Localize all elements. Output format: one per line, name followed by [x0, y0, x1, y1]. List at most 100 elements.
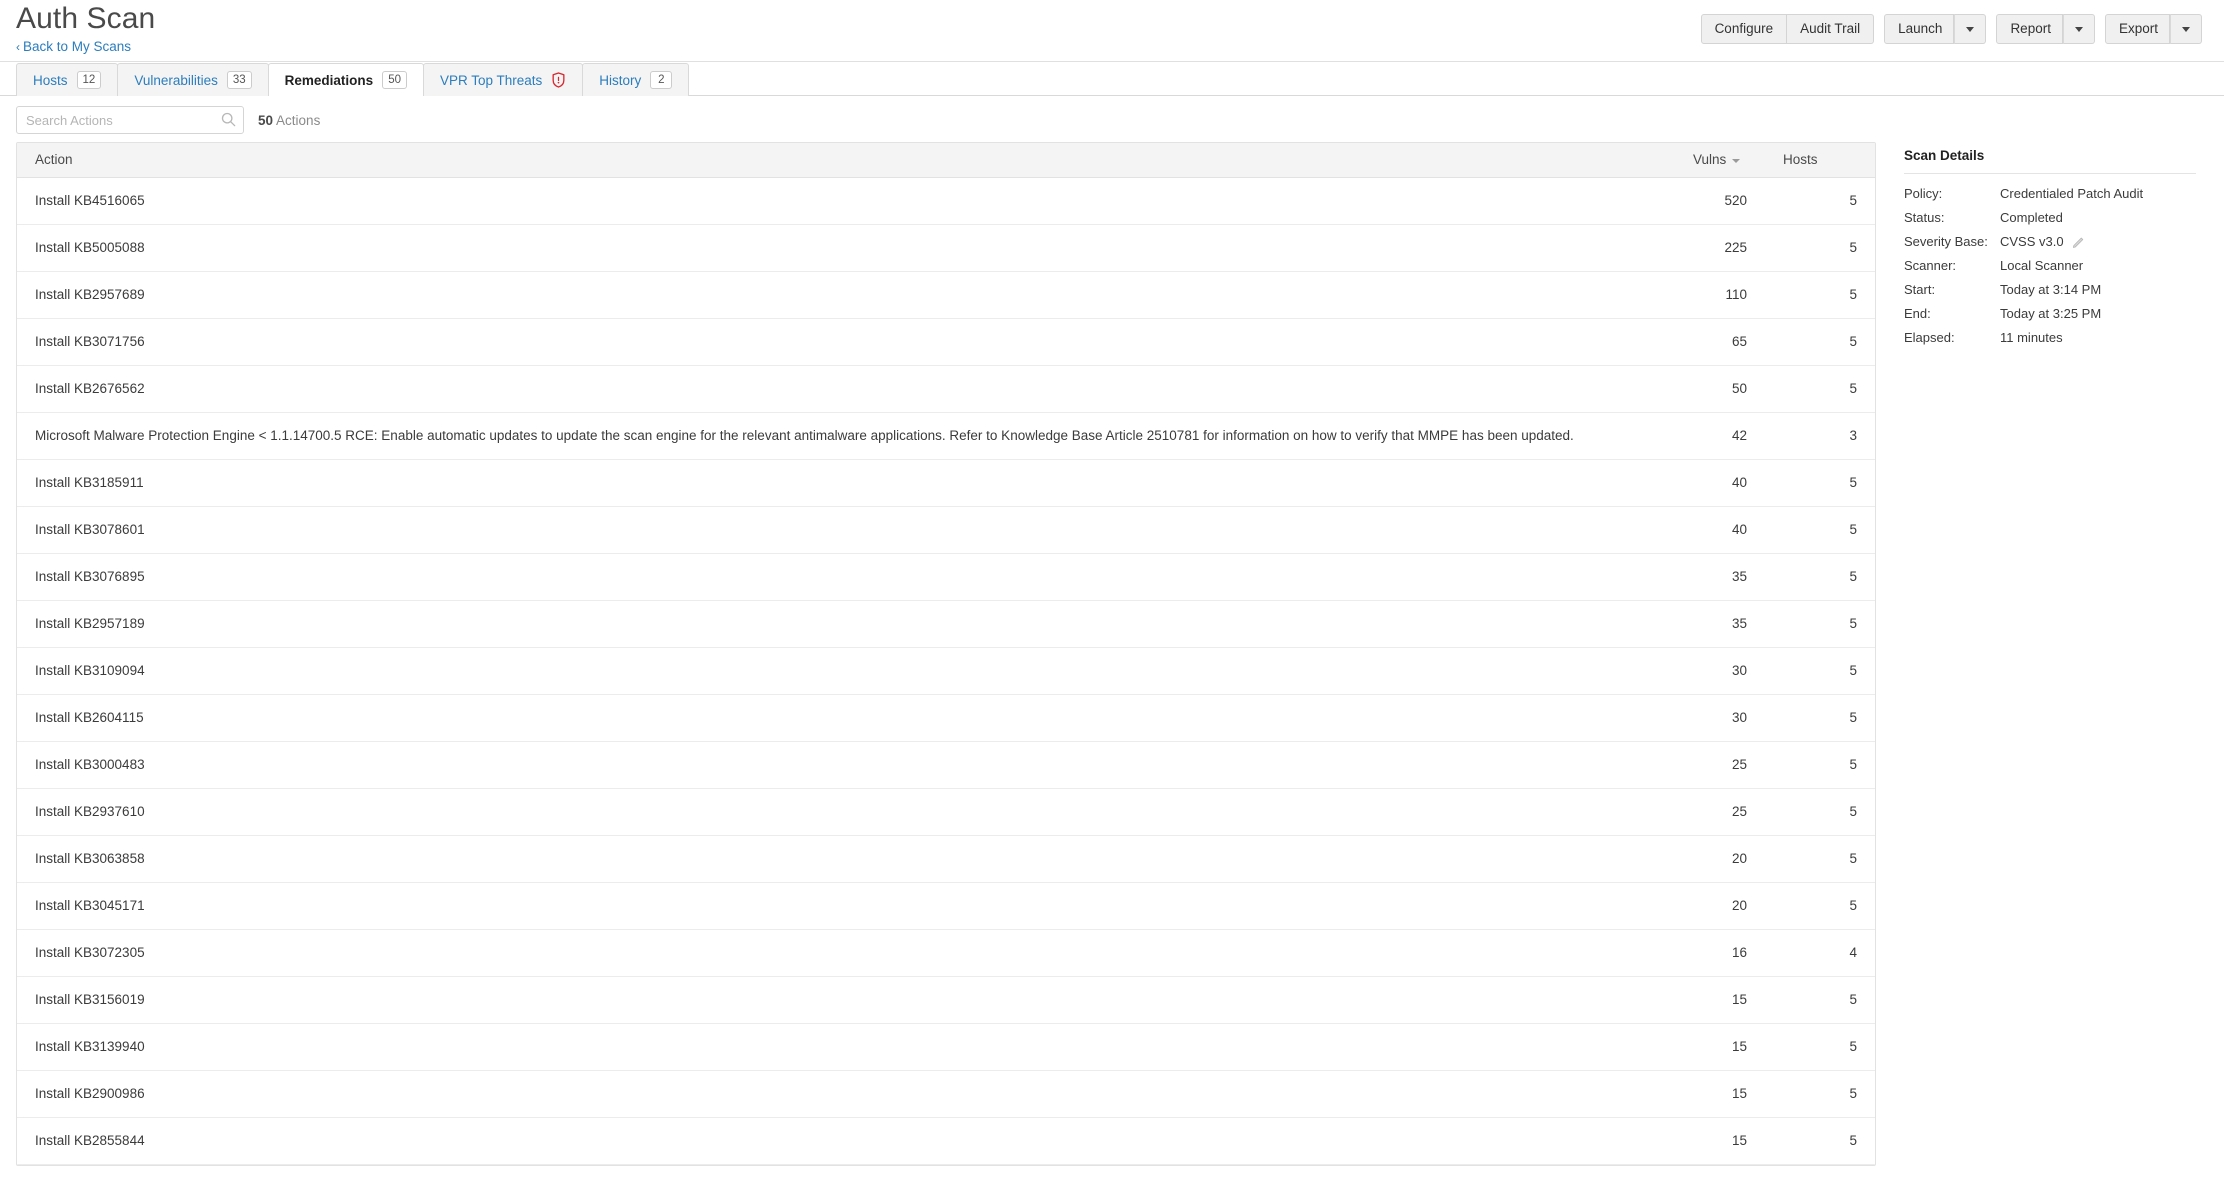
table-row[interactable]: Install KB3109094 30 5	[17, 647, 1875, 695]
audit-trail-button[interactable]: Audit Trail	[1787, 14, 1875, 44]
scan-detail-key: Elapsed:	[1904, 330, 1955, 345]
table-row[interactable]: Install KB3072305 16 4	[17, 929, 1875, 977]
tab-history[interactable]: History 2	[582, 63, 690, 96]
table-row[interactable]: Install KB3071756 65 5	[17, 318, 1875, 366]
cell-action: Install KB3000483	[17, 741, 1675, 789]
table-row[interactable]: Install KB4516065 520 5	[17, 177, 1875, 225]
scan-details-title: Scan Details	[1904, 148, 1985, 163]
tab-vulnerabilities[interactable]: Vulnerabilities 33	[117, 63, 269, 96]
cell-action: Install KB3139940	[17, 1023, 1675, 1071]
export-dropdown-button[interactable]	[2170, 14, 2202, 44]
cell-action: Install KB2604115	[17, 694, 1675, 742]
tab-badge: 33	[226, 71, 252, 89]
scan-detail-value: Completed	[2000, 210, 2063, 225]
cell-action: Install KB3185911	[17, 459, 1675, 507]
cell-hosts: 5	[1765, 365, 1875, 413]
table-row[interactable]: Install KB3078601 40 5	[17, 506, 1875, 554]
scan-detail-value: Today at 3:14 PM	[2000, 282, 2102, 297]
table-row[interactable]: Install KB3185911 40 5	[17, 459, 1875, 507]
actions-count-word: Actions	[276, 112, 321, 128]
cell-vulns: 30	[1675, 694, 1765, 742]
scan-detail-value-cell: Completed	[2000, 209, 2196, 233]
table-row[interactable]: Install KB3139940 15 5	[17, 1023, 1875, 1071]
cell-vulns: 15	[1675, 976, 1765, 1024]
table-row[interactable]: Install KB3045171 20 5	[17, 882, 1875, 930]
cell-action: Install KB3072305	[17, 929, 1675, 977]
table-row[interactable]: Install KB3076895 35 5	[17, 553, 1875, 601]
table-row[interactable]: Microsoft Malware Protection Engine < 1.…	[17, 412, 1875, 460]
scan-detail-row: Severity Base: CVSS v3.0	[1904, 233, 2196, 257]
scan-detail-value-cell: 11 minutes	[2000, 329, 2196, 353]
export-button[interactable]: Export	[2104, 14, 2170, 44]
tab-badge: 2	[650, 71, 673, 89]
back-to-my-scans-link[interactable]: ‹ Back to My Scans	[16, 39, 131, 54]
scan-detail-value-cell: Credentialed Patch Audit	[2000, 185, 2196, 209]
cell-action: Install KB3071756	[17, 318, 1675, 366]
cell-vulns: 65	[1675, 318, 1765, 366]
cell-vulns: 50	[1675, 365, 1765, 413]
table-row[interactable]: Install KB2604115 30 5	[17, 694, 1875, 742]
cell-vulns: 15	[1675, 1070, 1765, 1118]
table-row[interactable]: Install KB2937610 25 5	[17, 788, 1875, 836]
table-row[interactable]: Install KB2676562 50 5	[17, 365, 1875, 413]
cell-hosts: 5	[1765, 459, 1875, 507]
table-row[interactable]: Install KB2957689 110 5	[17, 271, 1875, 319]
scan-detail-row: Elapsed: 11 minutes	[1904, 329, 2196, 353]
tab-remediations[interactable]: Remediations 50	[267, 63, 424, 96]
launch-split-button: Launch	[1884, 14, 1987, 44]
cell-vulns: 42	[1675, 412, 1765, 460]
configure-button[interactable]: Configure	[1700, 14, 1788, 44]
scan-detail-value-cell: Today at 3:14 PM	[2000, 281, 2196, 305]
table-row[interactable]: Install KB3156019 15 5	[17, 976, 1875, 1024]
column-header-vulns[interactable]: Vulns	[1675, 143, 1765, 178]
cell-hosts: 4	[1765, 929, 1875, 977]
actions-count: 50 Actions	[258, 113, 320, 128]
report-dropdown-button[interactable]	[2062, 14, 2095, 44]
table-header: Action Vulns Hosts	[17, 143, 1875, 178]
tab-label: Remediations	[284, 72, 374, 88]
cell-action: Install KB2957189	[17, 600, 1675, 648]
header-actions: Configure Audit Trail Launch Report Expo…	[1700, 14, 2202, 44]
title-block: Auth Scan ‹ Back to My Scans	[16, 2, 155, 56]
table-row[interactable]: Install KB3063858 20 5	[17, 835, 1875, 883]
edit-pencil-icon[interactable]	[2072, 235, 2085, 248]
tab-hosts[interactable]: Hosts 12	[16, 63, 119, 96]
table-row[interactable]: Install KB2900986 15 5	[17, 1070, 1875, 1118]
scan-detail-value-cell: Today at 3:25 PM	[2000, 305, 2196, 329]
tab-vpr-top-threats[interactable]: VPR Top Threats	[422, 63, 584, 96]
cell-hosts: 5	[1765, 694, 1875, 742]
report-button[interactable]: Report	[1996, 14, 2063, 44]
cell-vulns: 110	[1675, 271, 1765, 319]
search-input[interactable]	[16, 106, 244, 134]
tab-label: Vulnerabilities	[134, 72, 218, 88]
scan-detail-key: Scanner:	[1904, 258, 1957, 273]
scan-detail-value: Credentialed Patch Audit	[2000, 186, 2144, 201]
table-body: Install KB4516065 520 5 Install KB5005088 22…	[17, 177, 1875, 1165]
column-header-action[interactable]: Action	[17, 143, 1675, 178]
cell-action: Install KB2900986	[17, 1070, 1675, 1118]
table-row[interactable]: Install KB2957189 35 5	[17, 600, 1875, 648]
cell-hosts: 5	[1765, 882, 1875, 930]
scan-detail-value: Local Scanner	[2000, 258, 2084, 273]
scan-detail-key: Severity Base:	[1904, 234, 1988, 249]
actions-toolbar: 50 Actions	[0, 96, 2224, 142]
launch-button[interactable]: Launch	[1884, 14, 1955, 44]
cell-action: Install KB2957689	[17, 271, 1675, 319]
chevron-down-icon	[2074, 26, 2083, 32]
table-row[interactable]: Install KB5005088 225 5	[17, 224, 1875, 272]
table-row[interactable]: Install KB2855844 15 5	[17, 1117, 1875, 1165]
scan-detail-value: CVSS v3.0	[2000, 234, 2064, 249]
column-header-hosts[interactable]: Hosts	[1765, 143, 1875, 178]
cell-action: Install KB2855844	[17, 1117, 1675, 1165]
launch-dropdown-button[interactable]	[1954, 14, 1987, 44]
export-split-button: Export	[2104, 14, 2202, 44]
cell-action: Install KB3076895	[17, 553, 1675, 601]
cell-action: Install KB2676562	[17, 365, 1675, 413]
table-row[interactable]: Install KB3000483 25 5	[17, 741, 1875, 789]
scan-detail-row: End: Today at 3:25 PM	[1904, 305, 2196, 329]
cell-action: Install KB3045171	[17, 882, 1675, 930]
configure-audit-group: Configure Audit Trail	[1700, 14, 1875, 44]
back-link-label: Back to My Scans	[23, 39, 132, 54]
cell-vulns: 35	[1675, 553, 1765, 601]
cell-hosts: 5	[1765, 741, 1875, 789]
